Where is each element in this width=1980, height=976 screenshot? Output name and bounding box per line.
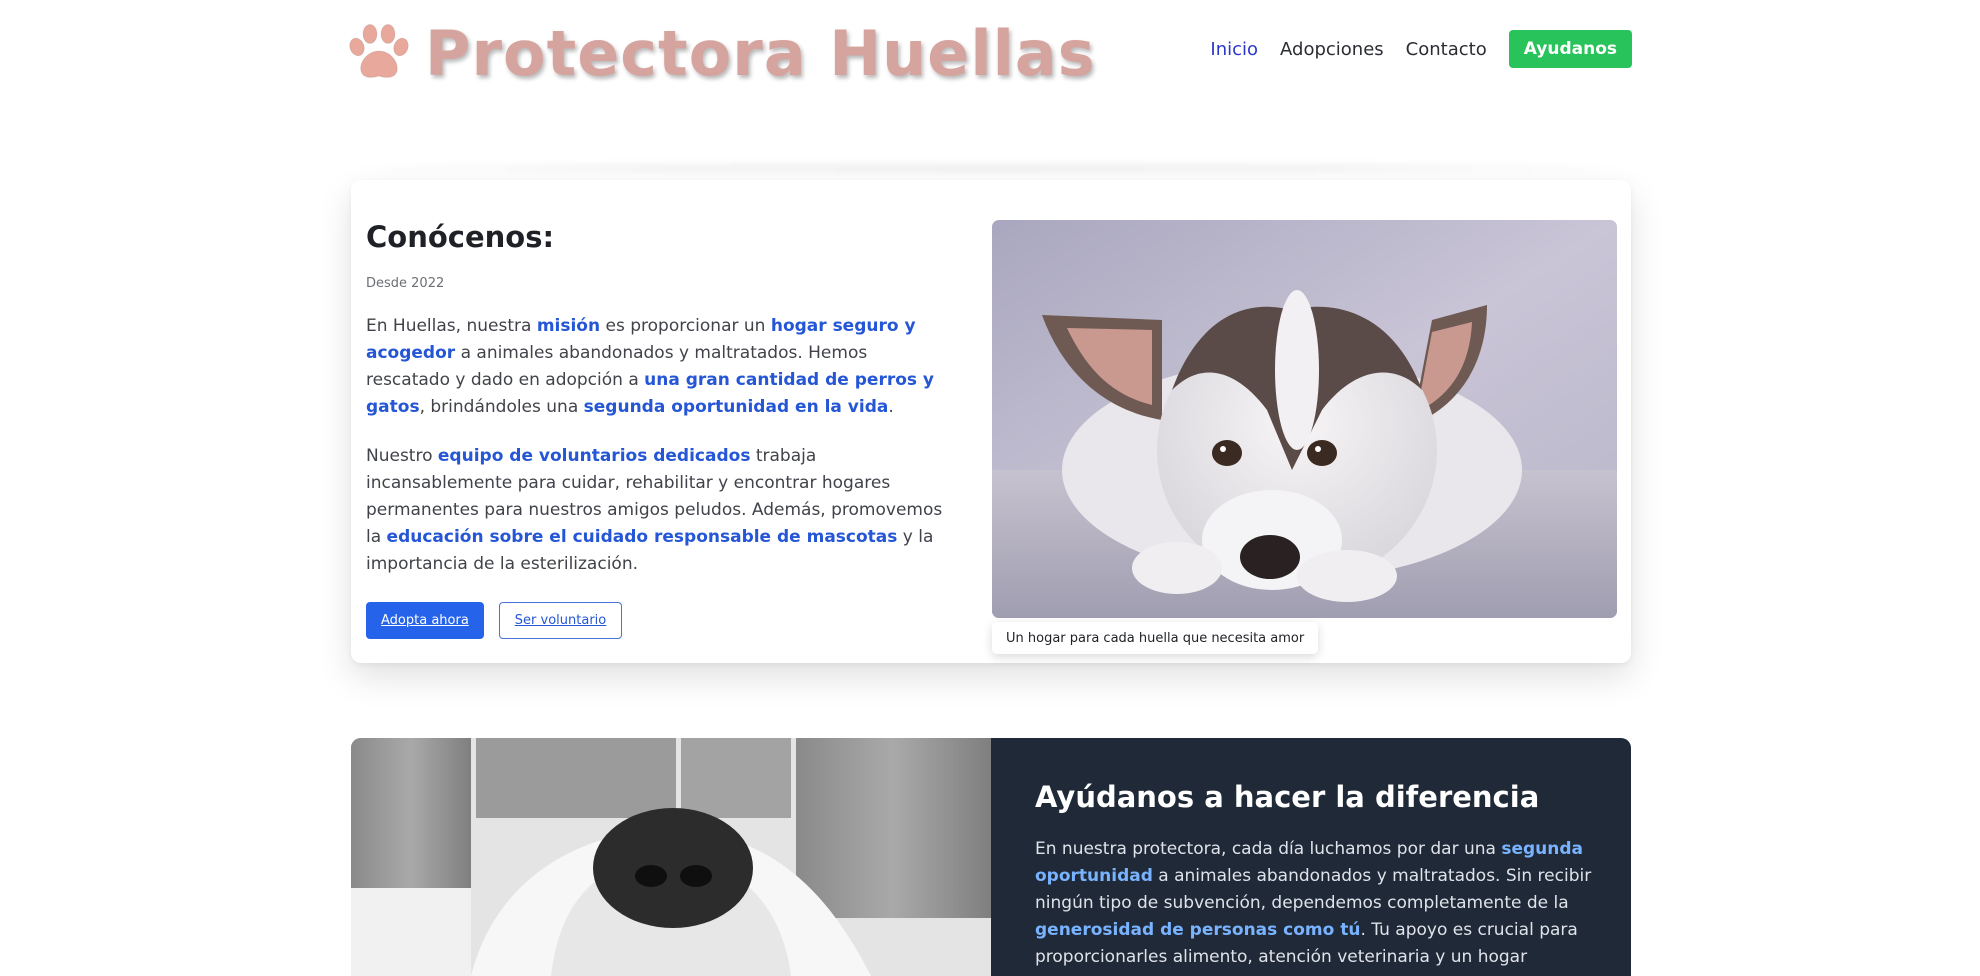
about-title: Conócenos: xyxy=(366,220,555,254)
help-title: Ayúdanos a hacer la diferencia xyxy=(1035,780,1540,814)
about-paragraph-team: Nuestro equipo de voluntarios dedicados … xyxy=(366,443,951,578)
highlight-education: educación sobre el cuidado responsable d… xyxy=(386,527,898,547)
text-run: , brindándoles una xyxy=(419,397,584,417)
nav-link-contacto[interactable]: Contacto xyxy=(1406,39,1487,60)
help-section: Ayúdanos a hacer la diferencia En nuestr… xyxy=(351,738,1631,976)
highlight-second-chance: segunda oportunidad en la vida xyxy=(583,397,889,417)
highlight-mission: misión xyxy=(536,316,601,336)
about-text-column: Conócenos: Desde 2022 En Huellas, nuestr… xyxy=(366,220,951,639)
dog-under-fence-photo xyxy=(351,738,991,976)
nav-link-inicio[interactable]: Inicio xyxy=(1210,39,1258,60)
logo-text: Protectora Huellas xyxy=(425,16,1096,90)
text-run: Nuestro xyxy=(366,446,438,466)
site-header: Protectora Huellas Inicio Adopciones Con… xyxy=(0,0,1980,110)
highlight-generosity: generosidad de personas como tú xyxy=(1035,920,1361,940)
adopt-now-button[interactable]: Adopta ahora xyxy=(366,602,484,639)
highlight-volunteers: equipo de voluntarios dedicados xyxy=(437,446,751,466)
site-logo[interactable]: Protectora Huellas xyxy=(347,16,1096,90)
text-run: En nuestra protectora, cada día luchamos… xyxy=(1035,839,1502,859)
help-paragraph: En nuestra protectora, cada día luchamos… xyxy=(1035,836,1595,976)
founded-year: Desde 2022 xyxy=(366,276,445,291)
main-nav: Inicio Adopciones Contacto Ayudanos xyxy=(1188,30,1632,68)
help-us-button[interactable]: Ayudanos xyxy=(1508,30,1632,68)
section-divider xyxy=(370,163,1610,173)
about-actions: Adopta ahora Ser voluntario xyxy=(366,602,951,639)
help-text-column: Ayúdanos a hacer la diferencia En nuestr… xyxy=(1035,780,1595,976)
paw-icon xyxy=(347,23,411,83)
text-run: es proporcionar un xyxy=(600,316,771,336)
nav-link-adopciones[interactable]: Adopciones xyxy=(1280,39,1384,60)
text-run: En Huellas, nuestra xyxy=(366,316,537,336)
dog-photo xyxy=(992,220,1617,618)
volunteer-button[interactable]: Ser voluntario xyxy=(498,602,623,639)
about-paragraph-mission: En Huellas, nuestra misión es proporcion… xyxy=(366,313,951,421)
photo-caption: Un hogar para cada huella que necesita a… xyxy=(992,622,1319,654)
about-section: Conócenos: Desde 2022 En Huellas, nuestr… xyxy=(351,180,1631,663)
text-run: . xyxy=(888,397,894,417)
